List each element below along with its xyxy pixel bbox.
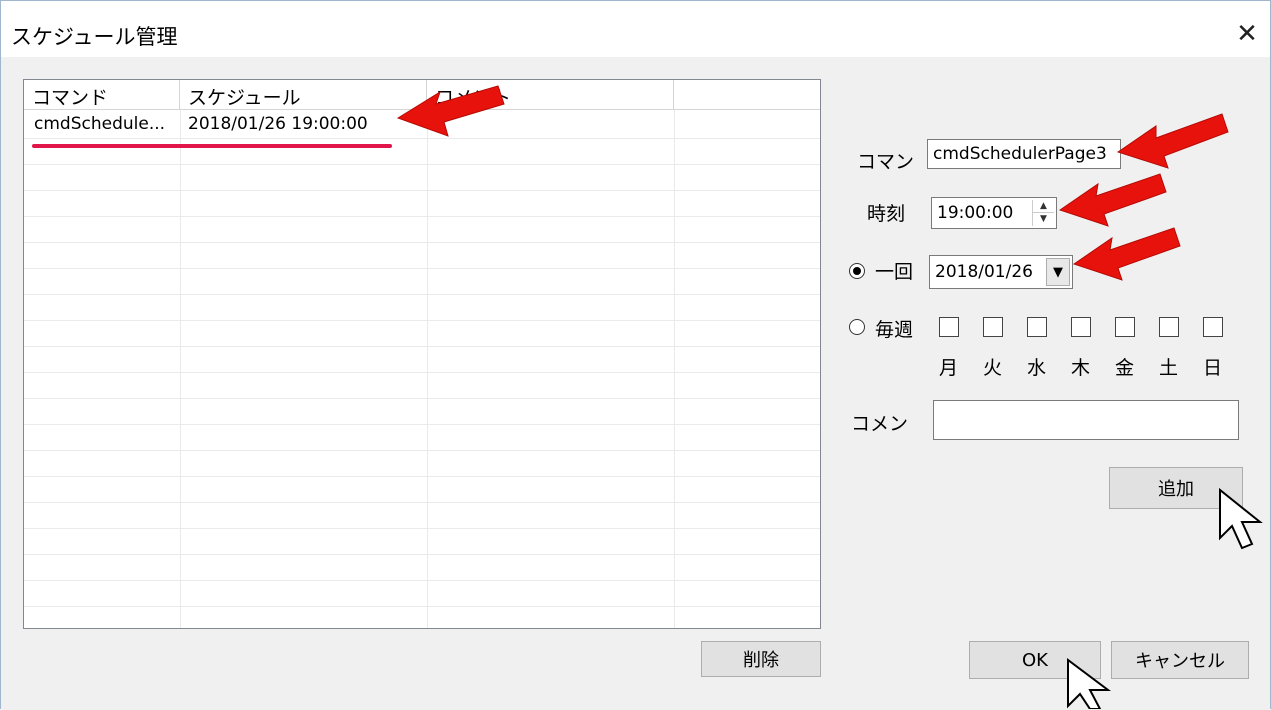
- column-header-command[interactable]: コマンド: [24, 80, 180, 110]
- grid-line: [24, 242, 820, 243]
- command-field[interactable]: cmdSchedulerPage3: [927, 139, 1121, 169]
- weekday-checkbox[interactable]: [1115, 317, 1135, 337]
- weekday-checkbox[interactable]: [1071, 317, 1091, 337]
- once-date-combo[interactable]: 2018/01/26 ▼: [929, 255, 1073, 289]
- weekday-label: 土: [1159, 357, 1179, 379]
- title-bar: スケジュール管理 ✕: [1, 1, 1270, 57]
- delete-button[interactable]: 削除: [701, 641, 821, 677]
- cancel-button[interactable]: キャンセル: [1111, 641, 1249, 679]
- schedule-dialog: スケジュール管理 ✕ コマンド スケジュール コメント cmdSchedule.…: [0, 0, 1271, 710]
- grid-line: [24, 606, 820, 607]
- grid-line: [24, 268, 820, 269]
- grid-line: [24, 320, 820, 321]
- window-title: スケジュール管理: [11, 25, 178, 49]
- chevron-down-icon[interactable]: ▼: [1046, 258, 1070, 286]
- spin-down-icon[interactable]: ▼: [1033, 213, 1054, 226]
- weekday-checkbox[interactable]: [939, 317, 959, 337]
- red-underline-annotation: [32, 144, 392, 148]
- once-radio[interactable]: [849, 263, 865, 279]
- column-header-comment[interactable]: コメント: [427, 80, 674, 110]
- weekday-checkbox[interactable]: [1159, 317, 1179, 337]
- ok-button[interactable]: OK: [969, 641, 1101, 679]
- row-schedule-cell: 2018/01/26 19:00:00: [188, 114, 368, 134]
- add-button[interactable]: 追加: [1109, 467, 1243, 509]
- weekly-label: 毎週: [875, 319, 914, 341]
- weekday-checkbox[interactable]: [983, 317, 1003, 337]
- grid-line: [24, 528, 820, 529]
- schedule-list[interactable]: コマンド スケジュール コメント cmdSchedule... 2018/01/…: [23, 79, 821, 629]
- grid-line: [24, 346, 820, 347]
- command-label: コマン: [857, 151, 915, 173]
- grid-line: [24, 398, 820, 399]
- weekday-label: 日: [1203, 357, 1223, 379]
- weekday-label: 金: [1115, 357, 1135, 379]
- grid-line: [24, 190, 820, 191]
- weekday-label: 火: [983, 357, 1003, 379]
- grid-line: [24, 294, 820, 295]
- column-header-empty: [674, 80, 820, 110]
- table-row[interactable]: cmdSchedule... 2018/01/26 19:00:00: [24, 112, 820, 138]
- grid-line: [24, 216, 820, 217]
- weekday-label: 木: [1071, 357, 1091, 379]
- grid-line: [24, 476, 820, 477]
- time-spinner[interactable]: ▲ ▼: [1032, 200, 1054, 226]
- spin-up-icon[interactable]: ▲: [1033, 200, 1054, 213]
- column-header-schedule[interactable]: スケジュール: [180, 80, 427, 110]
- comment-field[interactable]: [933, 400, 1239, 440]
- once-label: 一回: [875, 261, 914, 283]
- time-value: 19:00:00: [937, 203, 1014, 223]
- close-icon[interactable]: ✕: [1224, 15, 1270, 53]
- grid-line: [24, 138, 820, 139]
- dialog-body: コマンド スケジュール コメント cmdSchedule... 2018/01/…: [1, 57, 1270, 710]
- row-command-cell: cmdSchedule...: [34, 114, 166, 134]
- list-header: コマンド スケジュール コメント: [24, 80, 820, 110]
- weekday-checkbox[interactable]: [1027, 317, 1047, 337]
- grid-line: [24, 554, 820, 555]
- grid-line: [24, 164, 820, 165]
- grid-line: [24, 502, 820, 503]
- time-label: 時刻: [867, 203, 906, 225]
- weekday-checkbox[interactable]: [1203, 317, 1223, 337]
- grid-line: [24, 424, 820, 425]
- weekday-label: 水: [1027, 357, 1047, 379]
- once-date-value: 2018/01/26: [935, 262, 1033, 282]
- comment-label: コメン: [851, 413, 909, 435]
- weekday-label: 月: [939, 357, 959, 379]
- grid-line: [24, 450, 820, 451]
- weekly-radio[interactable]: [849, 319, 865, 335]
- grid-line: [24, 372, 820, 373]
- time-field[interactable]: 19:00:00 ▲ ▼: [931, 197, 1057, 229]
- grid-line: [24, 580, 820, 581]
